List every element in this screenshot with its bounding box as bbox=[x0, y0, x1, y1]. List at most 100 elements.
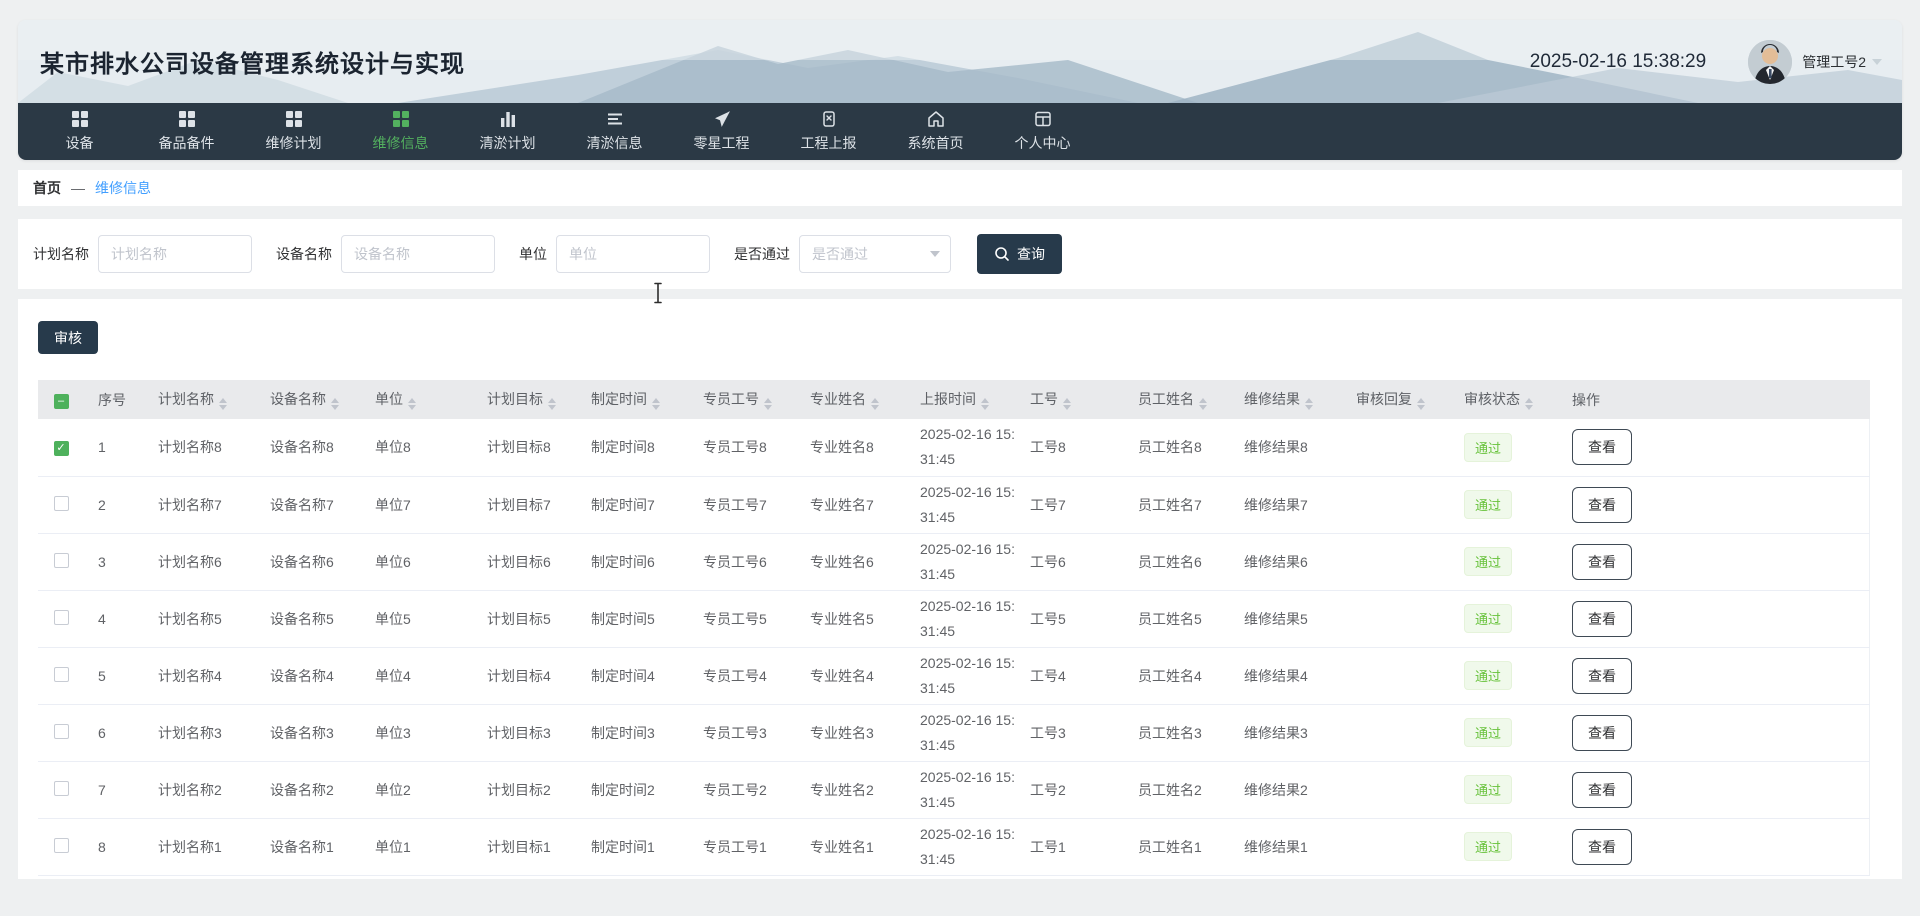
user-avatar[interactable] bbox=[1748, 40, 1792, 84]
sort-icon[interactable] bbox=[871, 398, 879, 410]
cell-report_time: 2025-02-16 15:31:45 bbox=[906, 476, 1016, 533]
audit-button[interactable]: 审核 bbox=[38, 321, 98, 354]
column-label-repair_result: 维修结果 bbox=[1244, 391, 1300, 407]
column-header-report_time[interactable]: 上报时间 bbox=[906, 380, 1016, 419]
sort-icon[interactable] bbox=[1305, 398, 1313, 410]
search-unit-input[interactable] bbox=[556, 235, 710, 273]
column-header-worker_name[interactable]: 员工姓名 bbox=[1124, 380, 1230, 419]
column-header-unit[interactable]: 单位 bbox=[361, 380, 473, 419]
sort-icon[interactable] bbox=[1417, 398, 1425, 410]
nav-item-system-home[interactable]: 系统首页 bbox=[882, 103, 989, 160]
cell-audit_status: 通过 bbox=[1450, 704, 1558, 761]
view-button[interactable]: 查看 bbox=[1572, 829, 1632, 865]
table-row: 4计划名称5设备名称5单位5计划目标5制定时间5专员工号5专业姓名52025-0… bbox=[38, 590, 1870, 647]
sort-icon[interactable] bbox=[1199, 398, 1207, 410]
column-header-worker_no[interactable]: 工号 bbox=[1016, 380, 1124, 419]
nav-item-project-report[interactable]: 工程上报 bbox=[775, 103, 882, 160]
view-button[interactable]: 查看 bbox=[1572, 429, 1632, 465]
cell-audit_reply bbox=[1342, 818, 1450, 875]
row-checkbox[interactable] bbox=[54, 610, 69, 625]
column-header-repair_result[interactable]: 维修结果 bbox=[1230, 380, 1342, 419]
report-time-value: 2025-02-16 15:31:45 bbox=[920, 594, 1022, 644]
cell-device_name: 设备名称8 bbox=[256, 419, 361, 476]
breadcrumb-home[interactable]: 首页 bbox=[33, 178, 61, 198]
query-button[interactable]: 查询 bbox=[977, 234, 1062, 274]
column-header-plan_goal[interactable]: 计划目标 bbox=[473, 380, 577, 419]
sort-icon[interactable] bbox=[764, 398, 772, 410]
nav-item-dredge-plan[interactable]: 清淤计划 bbox=[454, 103, 561, 160]
cell-unit: 单位4 bbox=[361, 647, 473, 704]
cell-audit_status: 通过 bbox=[1450, 476, 1558, 533]
row-checkbox[interactable] bbox=[54, 553, 69, 568]
breadcrumb-current[interactable]: 维修信息 bbox=[95, 178, 151, 198]
sort-icon[interactable] bbox=[331, 398, 339, 410]
nav-item-repair-info[interactable]: 维修信息 bbox=[347, 103, 454, 160]
sort-icon[interactable] bbox=[981, 398, 989, 410]
column-label-specialist_name: 专业姓名 bbox=[810, 391, 866, 407]
row-checkbox[interactable] bbox=[54, 667, 69, 682]
view-button[interactable]: 查看 bbox=[1572, 601, 1632, 637]
cell-worker_no: 工号5 bbox=[1016, 590, 1124, 647]
column-header-specialist_no[interactable]: 专员工号 bbox=[689, 380, 796, 419]
row-checkbox[interactable] bbox=[54, 838, 69, 853]
column-header-device_name[interactable]: 设备名称 bbox=[256, 380, 361, 419]
cell-plan_name: 计划名称4 bbox=[144, 647, 256, 704]
report-time-value: 2025-02-16 15:31:45 bbox=[920, 708, 1022, 758]
view-button[interactable]: 查看 bbox=[1572, 772, 1632, 808]
view-button[interactable]: 查看 bbox=[1572, 658, 1632, 694]
cell-worker_no: 工号2 bbox=[1016, 761, 1124, 818]
cell-worker_name: 员工姓名7 bbox=[1124, 476, 1230, 533]
nav-item-repair-plan[interactable]: 维修计划 bbox=[240, 103, 347, 160]
sort-icon[interactable] bbox=[1525, 398, 1533, 410]
cell-plan_name: 计划名称2 bbox=[144, 761, 256, 818]
chevron-down-icon bbox=[930, 251, 940, 257]
select-all-checkbox[interactable]: – bbox=[54, 394, 69, 409]
cell-unit: 单位5 bbox=[361, 590, 473, 647]
row-checkbox[interactable]: ✓ bbox=[54, 441, 69, 456]
cell-plan_goal: 计划目标6 bbox=[473, 533, 577, 590]
view-button[interactable]: 查看 bbox=[1572, 487, 1632, 523]
sort-icon[interactable] bbox=[408, 398, 416, 410]
nav-item-spare-parts[interactable]: 备品备件 bbox=[133, 103, 240, 160]
sort-icon[interactable] bbox=[1063, 398, 1071, 410]
cell-report_time: 2025-02-16 15:31:45 bbox=[906, 419, 1016, 476]
user-name[interactable]: 管理工号2 bbox=[1802, 52, 1866, 72]
search-pass-status-select[interactable]: 是否通过 bbox=[799, 235, 951, 273]
column-header-plan_name[interactable]: 计划名称 bbox=[144, 380, 256, 419]
table-header-row: – 序号 计划名称 设备名称单位计划目标制定时间专员工号 专业姓名 上报时间工号员工姓名维… bbox=[38, 380, 1870, 419]
sort-icon[interactable] bbox=[548, 398, 556, 410]
column-header-audit_reply[interactable]: 审核回复 bbox=[1342, 380, 1450, 419]
cell-report_time: 2025-02-16 15:31:45 bbox=[906, 647, 1016, 704]
cell-action: 查看 bbox=[1558, 647, 1870, 704]
view-button[interactable]: 查看 bbox=[1572, 715, 1632, 751]
sort-icon[interactable] bbox=[219, 398, 227, 410]
column-label-specialist_no: 专员工号 bbox=[703, 391, 759, 407]
column-header-make_time[interactable]: 制定时间 bbox=[577, 380, 689, 419]
row-checkbox[interactable] bbox=[54, 781, 69, 796]
search-plan-name-input[interactable] bbox=[98, 235, 252, 273]
search-device-name-input[interactable] bbox=[341, 235, 495, 273]
view-button[interactable]: 查看 bbox=[1572, 544, 1632, 580]
cell-index: 2 bbox=[84, 476, 144, 533]
cell-worker_no: 工号6 bbox=[1016, 533, 1124, 590]
column-header-audit_status[interactable]: 审核状态 bbox=[1450, 380, 1558, 419]
cell-plan_goal: 计划目标3 bbox=[473, 704, 577, 761]
cell-make_time: 制定时间8 bbox=[577, 419, 689, 476]
nav-item-personal-center[interactable]: 个人中心 bbox=[989, 103, 1096, 160]
column-label-plan_name: 计划名称 bbox=[158, 391, 214, 407]
cell-specialist_no: 专员工号5 bbox=[689, 590, 796, 647]
cell-worker_no: 工号3 bbox=[1016, 704, 1124, 761]
row-checkbox[interactable] bbox=[54, 724, 69, 739]
cell-index: 3 bbox=[84, 533, 144, 590]
row-checkbox[interactable] bbox=[54, 496, 69, 511]
column-header-specialist_name[interactable]: 专业姓名 bbox=[796, 380, 906, 419]
nav-item-equipment[interactable]: 设备 bbox=[26, 103, 133, 160]
cell-action: 查看 bbox=[1558, 761, 1870, 818]
nav-item-minor-works[interactable]: 零星工程 bbox=[668, 103, 775, 160]
sort-icon[interactable] bbox=[652, 398, 660, 410]
column-label-index: 序号 bbox=[98, 392, 126, 408]
nav-item-dredge-info[interactable]: 清淤信息 bbox=[561, 103, 668, 160]
cell-audit_reply bbox=[1342, 704, 1450, 761]
cell-make_time: 制定时间1 bbox=[577, 818, 689, 875]
chevron-down-icon[interactable] bbox=[1872, 59, 1882, 65]
